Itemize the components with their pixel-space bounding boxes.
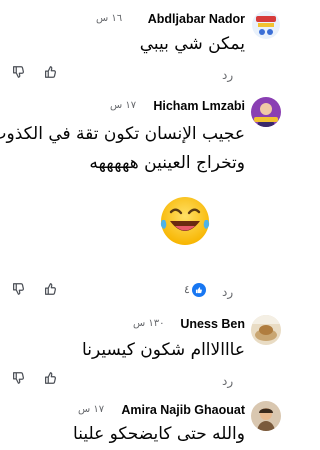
thumbs-down-icon[interactable]	[11, 281, 25, 300]
comment-time[interactable]: ١٣٠ س	[133, 318, 165, 329]
thumbs-up-icon[interactable]	[43, 64, 57, 83]
comment-text: يمكن شي بيبي	[140, 34, 245, 54]
comment-time[interactable]: ١٧ س	[110, 100, 136, 111]
reply-button[interactable]: رد	[222, 374, 233, 388]
comment-author[interactable]: Hicham Lmzabi	[153, 99, 245, 113]
comment-time[interactable]: ١٧ س	[78, 404, 104, 415]
avatar-abdljabar[interactable]	[251, 10, 281, 40]
like-reaction-icon[interactable]	[192, 282, 206, 301]
avatar-amira[interactable]	[251, 401, 281, 431]
reply-button[interactable]: رد	[222, 285, 233, 299]
reaction-count[interactable]: ٤	[184, 283, 190, 296]
avatar-image	[251, 315, 281, 345]
avatar-hicham[interactable]	[251, 97, 281, 127]
thumbs-down-icon[interactable]	[11, 64, 25, 83]
comment-text: عااالااام شكون كيسيرنا	[82, 340, 245, 360]
thumbs-up-icon[interactable]	[43, 370, 57, 389]
avatar-image	[251, 401, 281, 431]
comment-text-line: عجيب الإنسان تكون تقة في الكذوب	[0, 124, 245, 144]
comment-author[interactable]: Abdljabar Nador	[148, 12, 245, 26]
comment-text-line: عااالااام شكون كيسيرنا	[82, 340, 245, 360]
comment-author[interactable]: Amira Najib Ghaouat	[121, 403, 245, 417]
avatar-image	[251, 10, 281, 40]
reply-button[interactable]: رد	[222, 68, 233, 82]
comment-text: عجيب الإنسان تكون تقة في الكذوب وتخراج ا…	[0, 120, 245, 178]
comment-text-line: يمكن شي بيبي	[139, 34, 245, 54]
comment-time[interactable]: ١٦ س	[96, 13, 122, 24]
avatar-uness[interactable]	[251, 315, 281, 345]
comment-text-line: والله حتى كايضحكو علينا	[73, 424, 245, 444]
thumbs-down-icon[interactable]	[11, 370, 25, 389]
comment-text: والله حتى كايضحكو علينا	[73, 424, 245, 444]
comment-author[interactable]: Uness Ben	[180, 317, 245, 331]
thumbs-up-icon[interactable]	[43, 281, 57, 300]
laughing-crying-emoji-icon	[158, 194, 212, 252]
avatar-image	[251, 97, 281, 127]
comment-text-line: وتخراج العينين هههههه	[89, 153, 245, 173]
